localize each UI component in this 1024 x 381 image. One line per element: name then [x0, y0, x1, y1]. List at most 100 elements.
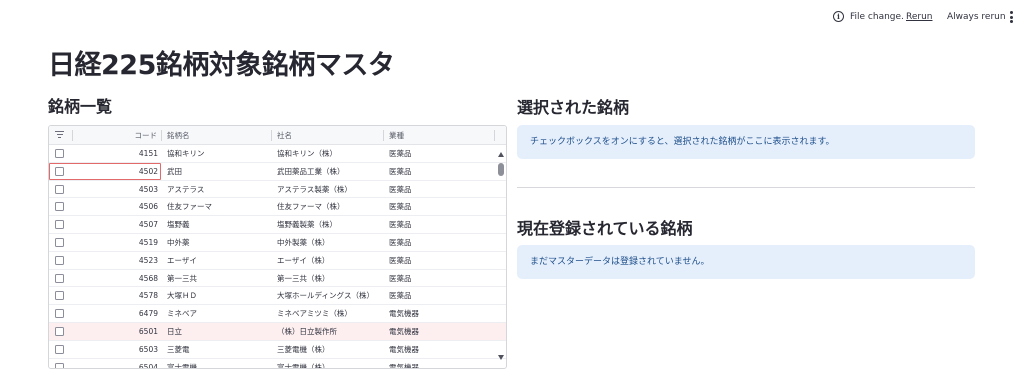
table-row[interactable]: 6503 三菱電 三菱電機（株） 電気機器 — [49, 341, 506, 359]
cell-company: アステラス製薬（株） — [277, 184, 352, 194]
cell-code: 4502 — [138, 166, 158, 176]
cell-company: エーザイ（株） — [277, 255, 330, 265]
cell-company: 三菱電機（株） — [277, 344, 330, 354]
cell-company: 大塚ホールディングス（株） — [277, 291, 374, 301]
cell-company: 塩野義製薬（株） — [277, 220, 337, 230]
always-rerun-button[interactable]: Always rerun — [947, 12, 1006, 22]
row-checkbox[interactable] — [55, 291, 64, 301]
cell-code: 4506 — [138, 202, 158, 212]
table-row[interactable]: 6504 富士電機 富士電機（株） 電気機器 — [49, 359, 506, 369]
row-checkbox[interactable] — [55, 309, 64, 319]
cell-code: 4519 — [138, 238, 158, 247]
grid-header: コード 銘柄名 社名 業種 — [49, 126, 506, 145]
cell-industry: 医薬品 — [389, 184, 412, 194]
kebab-menu-icon[interactable] — [1010, 11, 1014, 24]
scroll-down-arrow-icon[interactable] — [498, 355, 504, 360]
cell-code: 4578 — [138, 291, 158, 301]
row-checkbox[interactable] — [55, 238, 64, 247]
cell-name: 三菱電 — [167, 344, 190, 354]
cell-name: 富士電機 — [167, 362, 197, 369]
column-separator — [271, 130, 272, 141]
table-row[interactable]: 4151 協和キリン 協和キリン（株） 医薬品 — [49, 145, 506, 163]
table-row[interactable]: 4503 アステラス アステラス製薬（株） 医薬品 — [49, 181, 506, 199]
grid-body: 4151 協和キリン 協和キリン（株） 医薬品 4502 武田 武田薬品工業（株… — [49, 145, 506, 369]
cell-code: 4151 — [138, 149, 158, 158]
row-checkbox[interactable] — [55, 255, 64, 265]
cell-name: 中外薬 — [167, 238, 190, 247]
cell-code: 6479 — [138, 309, 158, 319]
info-icon: i — [833, 11, 844, 22]
column-header-name[interactable]: 銘柄名 — [167, 126, 190, 145]
cell-name: 第一三共 — [167, 273, 197, 283]
cell-industry: 医薬品 — [389, 238, 412, 247]
cell-code: 4523 — [138, 255, 158, 265]
vertical-scrollbar[interactable] — [495, 145, 506, 368]
row-checkbox[interactable] — [55, 149, 64, 158]
rerun-button[interactable]: Rerun — [906, 12, 933, 22]
cell-industry: 電気機器 — [389, 327, 419, 336]
section-divider — [517, 187, 975, 188]
column-separator — [161, 130, 162, 141]
cell-name: 住友ファーマ — [167, 202, 212, 212]
cell-industry: 医薬品 — [389, 149, 412, 158]
row-checkbox[interactable] — [55, 220, 64, 230]
app-toolbar: i File change. Rerun Always rerun — [0, 0, 1024, 36]
cell-industry: 電気機器 — [389, 344, 419, 354]
table-row[interactable]: 6501 日立 （株）日立製作所 電気機器 — [49, 323, 506, 341]
cell-company: 武田薬品工業（株） — [277, 166, 345, 176]
table-row[interactable]: 4506 住友ファーマ 住友ファーマ（株） 医薬品 — [49, 198, 506, 217]
cell-industry: 医薬品 — [389, 273, 412, 283]
row-checkbox[interactable] — [55, 273, 64, 283]
cell-industry: 医薬品 — [389, 291, 412, 301]
row-checkbox[interactable] — [55, 344, 64, 354]
cell-industry: 医薬品 — [389, 255, 412, 265]
cell-code: 6504 — [138, 362, 158, 369]
column-header-company[interactable]: 社名 — [277, 126, 292, 145]
cell-code: 6503 — [138, 344, 158, 354]
column-separator — [72, 130, 73, 141]
cell-company: 住友ファーマ（株） — [277, 202, 345, 212]
column-separator — [494, 130, 495, 141]
table-row[interactable]: 4507 塩野義 塩野義製薬（株） 医薬品 — [49, 216, 506, 234]
stock-data-grid[interactable]: コード 銘柄名 社名 業種 4151 協和キリン 協和キリン（株） 医薬品 45… — [48, 125, 507, 369]
table-row[interactable]: 4568 第一三共 第一三共（株） 医薬品 — [49, 270, 506, 288]
column-header-code[interactable]: コード — [135, 126, 158, 145]
table-row[interactable]: 4578 大塚ＨＤ 大塚ホールディングス（株） 医薬品 — [49, 287, 506, 306]
cell-company: （株）日立製作所 — [277, 327, 337, 336]
cell-industry: 電気機器 — [389, 362, 419, 369]
cell-name: 武田 — [167, 166, 182, 176]
selected-stocks-heading: 選択された銘柄 — [517, 98, 630, 117]
scroll-up-arrow-icon[interactable] — [498, 152, 504, 157]
cell-company: ミネベアミツミ（株） — [277, 309, 352, 319]
table-row[interactable]: 6479 ミネベア ミネベアミツミ（株） 電気機器 — [49, 305, 506, 323]
table-row[interactable]: 4523 エーザイ エーザイ（株） 医薬品 — [49, 252, 506, 270]
cell-company: 中外製薬（株） — [277, 238, 330, 247]
cell-name: エーザイ — [167, 255, 197, 265]
table-row[interactable]: 4519 中外薬 中外製薬（株） 医薬品 — [49, 234, 506, 252]
cell-company: 第一三共（株） — [277, 273, 330, 283]
column-header-industry[interactable]: 業種 — [389, 126, 404, 145]
row-checkbox[interactable] — [55, 202, 64, 212]
file-change-label: File change. — [850, 12, 904, 22]
cell-name: 協和キリン — [167, 149, 205, 158]
cell-name: ミネベア — [167, 309, 197, 319]
filter-icon[interactable] — [55, 131, 64, 140]
row-checkbox[interactable] — [55, 327, 64, 336]
page-title: 日経225銘柄対象銘柄マスタ — [48, 50, 395, 81]
cell-code: 6501 — [138, 327, 158, 336]
selected-stocks-info-alert: チェックボックスをオンにすると、選択された銘柄がここに表示されます。 — [517, 125, 975, 159]
registered-stocks-heading: 現在登録されている銘柄 — [517, 219, 693, 238]
row-checkbox[interactable] — [55, 166, 64, 176]
scrollbar-thumb[interactable] — [498, 163, 504, 176]
row-checkbox[interactable] — [55, 184, 64, 194]
cell-name: 塩野義 — [167, 220, 190, 230]
cell-industry: 医薬品 — [389, 220, 412, 230]
stock-list-heading: 銘柄一覧 — [48, 97, 113, 116]
row-checkbox[interactable] — [55, 362, 64, 368]
cell-company: 富士電機（株） — [277, 362, 330, 369]
table-row[interactable]: 4502 武田 武田薬品工業（株） 医薬品 — [49, 162, 506, 181]
cell-industry: 医薬品 — [389, 166, 412, 176]
column-separator — [383, 130, 384, 141]
cell-name: 大塚ＨＤ — [167, 291, 197, 301]
cell-code: 4507 — [138, 220, 158, 230]
